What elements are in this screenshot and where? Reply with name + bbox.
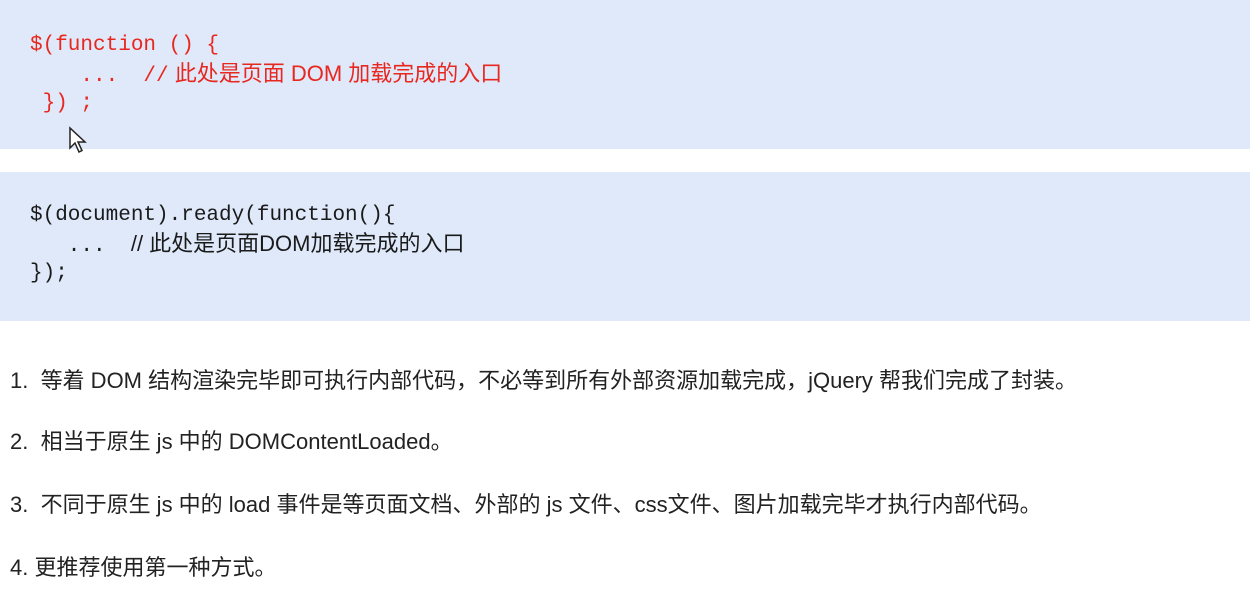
- code-line: ... // 此处是页面DOM加载完成的入口: [30, 230, 465, 261]
- code-line: $(function () {: [30, 34, 220, 57]
- code-text: ... //: [30, 65, 169, 88]
- note-item-2: 2. 相当于原生 js 中的 DOMContentLoaded。: [10, 429, 453, 454]
- code-line: ... // 此处是页面 DOM 加载完成的入口: [30, 60, 502, 91]
- code-text: ...: [30, 235, 131, 258]
- code-block-first: $(function () { ... // 此处是页面 DOM 加载完成的入口…: [0, 0, 1250, 149]
- note-item-4: 4. 更推荐使用第一种方式。: [10, 555, 277, 580]
- code-comment: // 此处是页面DOM加载完成的入口: [130, 231, 465, 256]
- code-line: }) ;: [30, 92, 94, 115]
- code-block-second: $(document).ready(function(){ ... // 此处是…: [0, 172, 1250, 321]
- note-item-3: 3. 不同于原生 js 中的 load 事件是等页面文档、外部的 js 文件、c…: [10, 492, 1042, 517]
- mouse-pointer-icon: [69, 126, 87, 154]
- code-line: });: [30, 262, 68, 285]
- note-item-1: 1. 等着 DOM 结构渲染完毕即可执行内部代码，不必等到所有外部资源加载完成，…: [10, 368, 1078, 393]
- code-comment: 此处是页面 DOM 加载完成的入口: [168, 61, 503, 86]
- code-line: $(document).ready(function(){: [30, 204, 396, 227]
